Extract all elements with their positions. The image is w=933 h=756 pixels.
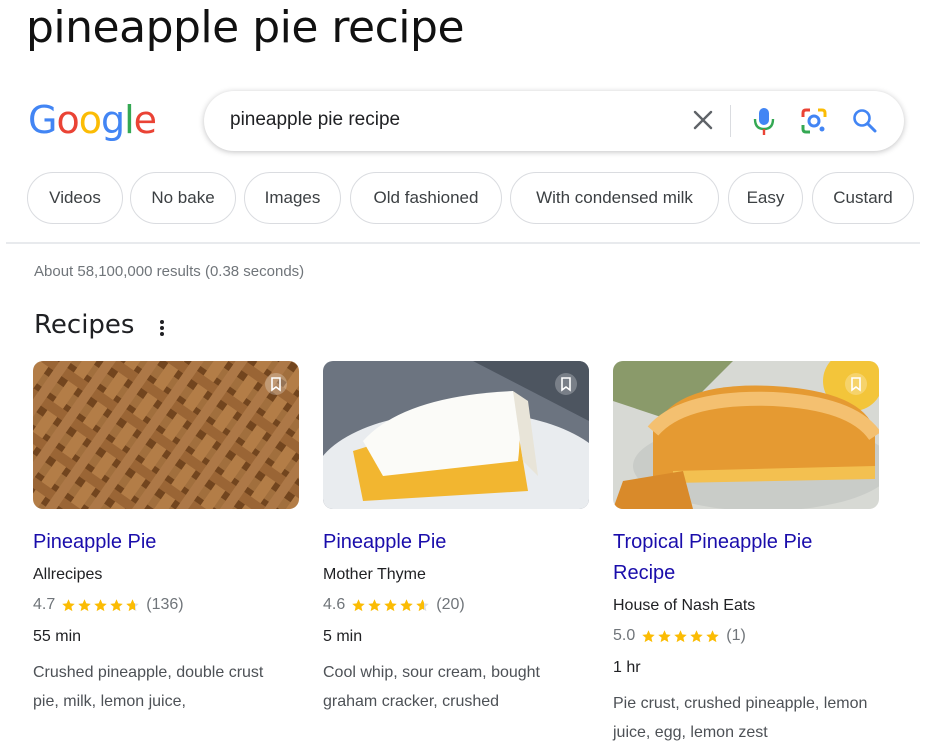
chip-videos[interactable]: Videos: [27, 172, 123, 224]
chip-custard[interactable]: Custard: [812, 172, 914, 224]
rating-value: 4.6: [323, 596, 346, 613]
page-headline: pineapple pie recipe: [26, 2, 465, 53]
logo-letter: e: [133, 98, 157, 142]
review-count: (1): [726, 627, 746, 644]
header-divider: [6, 242, 920, 244]
recipe-source: Allrecipes: [33, 566, 103, 583]
search-icon[interactable]: [850, 105, 880, 137]
logo-letter: o: [78, 98, 102, 142]
star-rating-icon: [61, 598, 140, 613]
star-icon: [416, 598, 429, 611]
recipes-heading: Recipes: [34, 310, 135, 340]
recipe-card[interactable]: Pineapple Pie Mother Thyme 4.6 (20) 5 mi…: [323, 361, 589, 716]
star-icon: [368, 598, 381, 611]
star-rating-icon: [351, 598, 430, 613]
recipe-source: House of Nash Eats: [613, 597, 756, 614]
star-icon: [62, 598, 75, 611]
recipe-source: Mother Thyme: [323, 566, 426, 583]
rating-value: 4.7: [33, 596, 56, 613]
chip-easy[interactable]: Easy: [728, 172, 803, 224]
recipe-title[interactable]: Pineapple Pie: [33, 527, 299, 558]
recipe-card[interactable]: Tropical Pineapple Pie Recipe House of N…: [613, 361, 879, 747]
recipe-rating: 4.7 (136): [33, 594, 299, 616]
recipe-rating: 4.6 (20): [323, 594, 589, 616]
logo-letter: l: [124, 98, 135, 142]
recipe-time: 55 min: [33, 628, 82, 645]
result-stats: About 58,100,000 results (0.38 seconds): [34, 263, 305, 280]
chip-old-fashioned[interactable]: Old fashioned: [350, 172, 502, 224]
star-icon: [706, 629, 719, 642]
lens-camera-icon[interactable]: [798, 105, 830, 137]
microphone-icon[interactable]: [749, 105, 779, 137]
recipe-rating: 5.0 (1): [613, 625, 879, 647]
recipe-ingredients: Pie crust, crushed pineapple, lemon juic…: [613, 695, 868, 741]
recipe-time: 5 min: [323, 628, 363, 645]
bookmark-icon[interactable]: [555, 373, 577, 395]
bookmark-icon[interactable]: [845, 373, 867, 395]
star-icon: [352, 598, 365, 611]
more-options-icon[interactable]: [158, 318, 166, 338]
recipe-title[interactable]: Tropical Pineapple Pie Recipe: [613, 527, 879, 589]
star-icon: [384, 598, 397, 611]
clear-icon[interactable]: [688, 105, 718, 135]
recipe-time: 1 hr: [613, 659, 641, 676]
chip-with-condensed-milk[interactable]: With condensed milk: [510, 172, 719, 224]
recipe-ingredients: Crushed pineapple, double crust pie, mil…: [33, 664, 264, 710]
search-box[interactable]: pineapple pie recipe: [204, 91, 904, 151]
logo-letter: g: [100, 98, 125, 142]
chip-no-bake[interactable]: No bake: [130, 172, 236, 224]
star-icon: [658, 629, 671, 642]
logo-letter: G: [28, 98, 57, 142]
star-icon: [690, 629, 703, 642]
google-logo[interactable]: Google: [28, 98, 157, 142]
bookmark-icon[interactable]: [265, 373, 287, 395]
star-rating-icon: [641, 629, 720, 644]
rating-value: 5.0: [613, 627, 636, 644]
search-divider: [730, 105, 731, 137]
recipe-ingredients: Cool whip, sour cream, bought graham cra…: [323, 664, 540, 710]
search-input[interactable]: pineapple pie recipe: [230, 109, 400, 131]
recipe-thumbnail-tropical-pie[interactable]: [613, 361, 879, 509]
star-icon: [642, 629, 655, 642]
recipe-title[interactable]: Pineapple Pie: [323, 527, 589, 558]
review-count: (136): [146, 596, 184, 613]
star-icon: [400, 598, 413, 611]
star-icon: [110, 598, 123, 611]
chip-images[interactable]: Images: [244, 172, 341, 224]
star-icon: [674, 629, 687, 642]
recipe-thumbnail-lattice-pie[interactable]: [33, 361, 299, 509]
recipe-card[interactable]: Pineapple Pie Allrecipes 4.7 (136) 55 mi…: [33, 361, 299, 716]
star-icon: [78, 598, 91, 611]
star-icon: [94, 598, 107, 611]
recipe-thumbnail-cream-pie[interactable]: [323, 361, 589, 509]
logo-letter: o: [56, 98, 79, 142]
star-icon: [126, 598, 139, 611]
review-count: (20): [436, 596, 465, 613]
